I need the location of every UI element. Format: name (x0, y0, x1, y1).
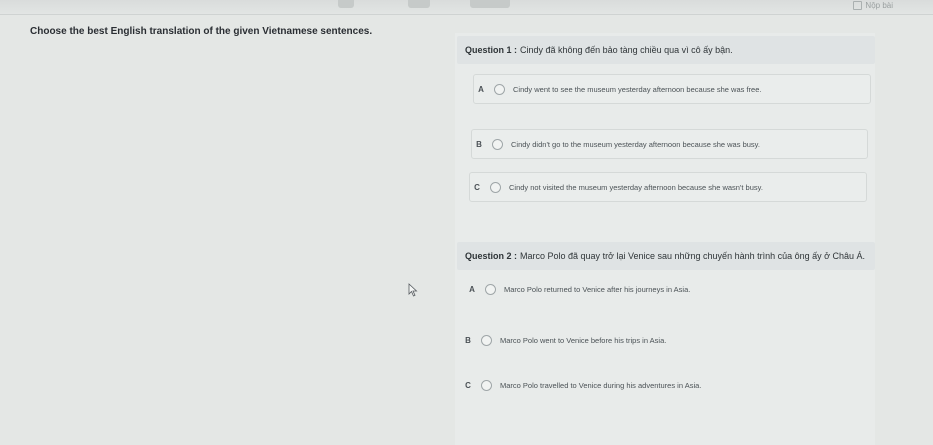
question-2-text: Marco Polo đã quay trở lại Venice sau nh… (520, 251, 866, 261)
question-2-header: Question 2 : Marco Polo đã quay trở lại … (457, 242, 875, 270)
top-bar: Nộp bài (0, 0, 933, 15)
option-text: Marco Polo returned to Venice after his … (504, 284, 691, 294)
radio-icon[interactable] (481, 334, 492, 346)
toolbar-tab (408, 0, 430, 8)
question-1-option-a[interactable]: A Cindy went to see the museum yesterday… (473, 74, 871, 104)
question-1-header: Question 1 : Cindy đã không đến bảo tàng… (457, 36, 875, 64)
checkbox-icon (853, 1, 863, 10)
option-text: Cindy didn't go to the museum yesterday … (511, 139, 760, 149)
submit-button[interactable]: Nộp bài (853, 1, 893, 10)
question-1-option-b[interactable]: B Cindy didn't go to the museum yesterda… (471, 129, 868, 159)
radio-icon[interactable] (481, 379, 492, 391)
option-letter: C (465, 380, 471, 390)
option-text: Cindy not visited the museum yesterday a… (509, 182, 763, 192)
toolbar-tab (338, 0, 354, 8)
question-1-text: Cindy đã không đến bảo tàng chiều qua vì… (520, 45, 733, 55)
question-2-option-c[interactable]: C Marco Polo travelled to Venice during … (460, 370, 868, 400)
question-2-option-b[interactable]: B Marco Polo went to Venice before his t… (460, 325, 868, 355)
option-text: Marco Polo went to Venice before his tri… (500, 335, 667, 345)
option-letter: B (476, 139, 482, 149)
option-text: Cindy went to see the museum yesterday a… (513, 84, 762, 94)
question-2-label: Question 2 : (465, 251, 518, 261)
option-text: Marco Polo travelled to Venice during hi… (500, 380, 702, 390)
toolbar-tab (470, 0, 510, 8)
submit-label: Nộp bài (865, 1, 893, 10)
option-letter: B (465, 335, 471, 345)
radio-icon[interactable] (490, 181, 501, 193)
option-letter: A (478, 84, 484, 94)
radio-icon[interactable] (492, 138, 503, 150)
option-letter: A (469, 284, 475, 294)
question-1-label: Question 1 : (465, 45, 518, 55)
instruction-text: Choose the best English translation of t… (30, 26, 373, 37)
radio-icon[interactable] (485, 283, 496, 295)
radio-icon[interactable] (494, 83, 505, 95)
question-1-option-c[interactable]: C Cindy not visited the museum yesterday… (469, 172, 867, 202)
option-letter: C (474, 182, 480, 192)
question-2-option-a[interactable]: A Marco Polo returned to Venice after hi… (464, 274, 868, 304)
